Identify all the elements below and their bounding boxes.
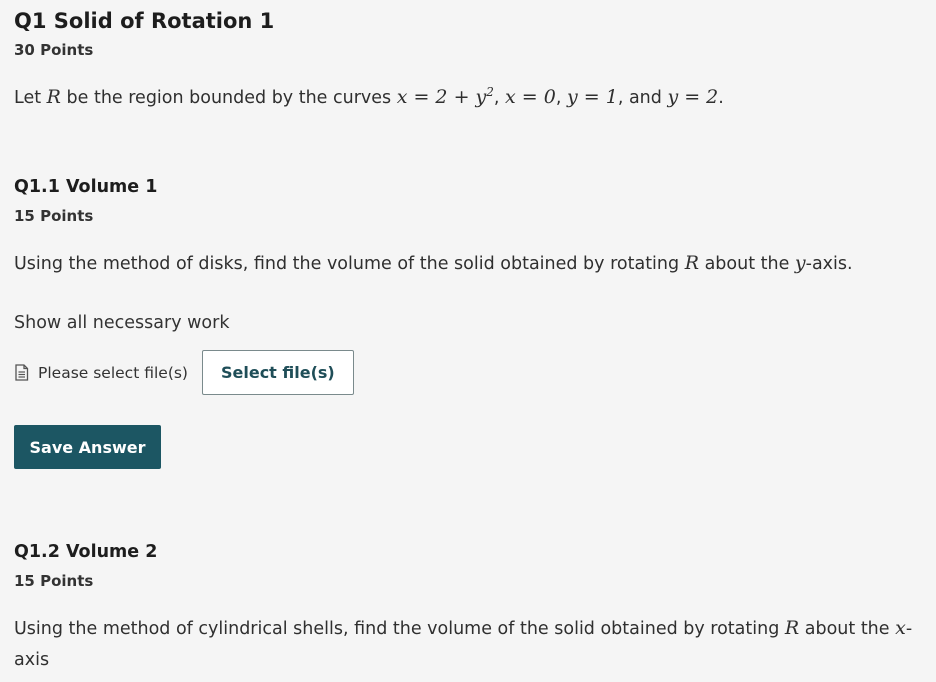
q1-1-axis-symbol: y	[794, 252, 806, 274]
q1-1-region-symbol: R	[684, 252, 699, 274]
q1-2-prompt-lead: Using the method of cylindrical shells, …	[14, 619, 785, 639]
q1-1-prompt-mid: about the	[699, 254, 795, 274]
q1-region-symbol: R	[46, 86, 61, 108]
q1-1-title: Q1.1 Volume 1	[14, 177, 158, 197]
select-files-button[interactable]: Select file(s)	[201, 350, 354, 395]
q1-2-prompt-mid: about the	[799, 619, 896, 639]
q1-2-axis-symbol: x	[895, 617, 906, 639]
q1-2-points: 15 Points	[14, 572, 94, 590]
q1-sep-2: ,	[555, 88, 567, 108]
q1-curve-3: y = 1	[567, 86, 618, 108]
q1-2-region-symbol: R	[784, 617, 800, 639]
q1-2-prompt: Using the method of cylindrical shells, …	[14, 613, 919, 676]
file-status: Please select file(s)	[14, 364, 188, 382]
q1-1-prompt-lead: Using the method of disks, find the volu…	[14, 254, 685, 274]
q1-title: Q1 Solid of Rotation 1	[14, 9, 275, 33]
q1-prompt-lead: Let	[14, 88, 47, 108]
show-work-instruction: Show all necessary work	[14, 313, 230, 333]
q1-1-points: 15 Points	[14, 207, 94, 225]
q1-1-prompt-end: -axis.	[805, 254, 853, 274]
q1-prompt: Let R be the region bounded by the curve…	[14, 82, 919, 114]
q1-sep-3: , and	[617, 88, 668, 108]
q1-curve-2: x = 0	[505, 86, 556, 108]
q1-1-prompt: Using the method of disks, find the volu…	[14, 248, 919, 280]
q1-curve-4: y = 2	[667, 86, 719, 108]
q1-curve-1-exponent: 2	[486, 85, 494, 99]
q1-curve-1: x = 2 + y2	[397, 86, 494, 108]
q1-prompt-end: .	[718, 88, 724, 108]
q1-curve-1-var: x	[396, 86, 408, 108]
save-answer-button[interactable]: Save Answer	[14, 425, 161, 469]
q1-prompt-mid: be the region bounded by the curves	[60, 88, 397, 108]
q1-2-title: Q1.2 Volume 2	[14, 542, 158, 562]
q1-sep-1: ,	[493, 88, 506, 108]
q1-curve-1-rhs: = 2 + y	[407, 86, 487, 108]
file-upload-row: Please select file(s) Select file(s)	[14, 350, 354, 395]
file-document-icon	[15, 364, 29, 381]
file-status-label: Please select file(s)	[38, 363, 188, 382]
q1-points: 30 Points	[14, 41, 94, 59]
